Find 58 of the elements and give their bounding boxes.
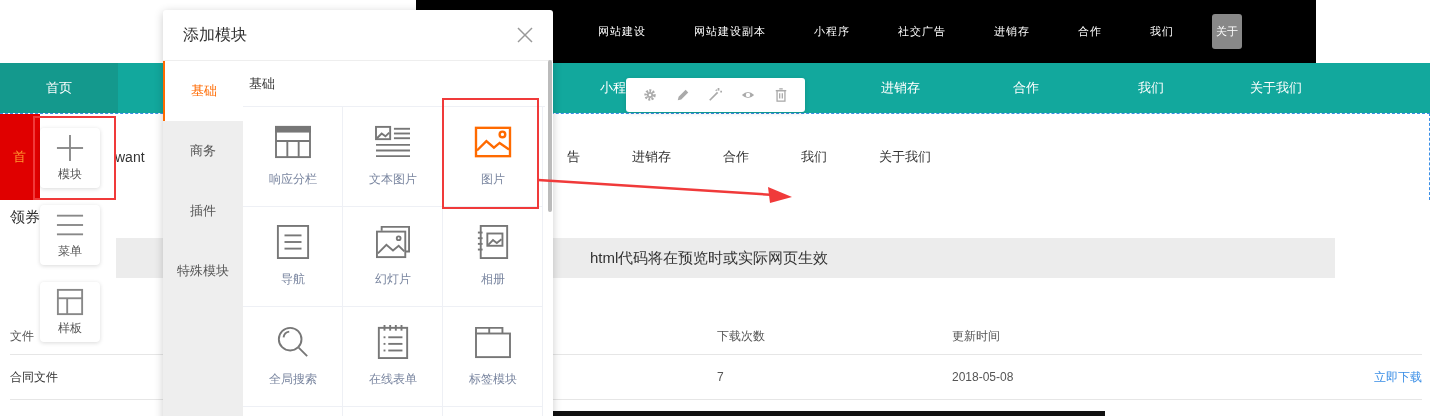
nav-link[interactable]: 合作: [722, 148, 749, 166]
nav-link[interactable]: 合作: [1078, 24, 1102, 39]
nav-link[interactable]: 进销存: [631, 148, 671, 166]
nav-link[interactable]: 我们: [1150, 24, 1174, 39]
module-tile[interactable]: 图片: [443, 107, 543, 207]
tool-button[interactable]: 模块: [40, 128, 100, 188]
module-tile[interactable]: 响应分栏: [243, 107, 343, 207]
brand-text: want: [115, 149, 145, 165]
wand-icon[interactable]: [708, 88, 723, 102]
module-tile[interactable]: 标签模块: [443, 307, 543, 407]
module-tile[interactable]: 全局搜索: [243, 307, 343, 407]
column-header: 下载次数: [717, 327, 765, 345]
dialog-title: 添加模块: [183, 24, 247, 45]
text-image-icon: [373, 125, 412, 159]
nav-link[interactable]: 进销存: [994, 24, 1030, 39]
column-header: 文件: [10, 327, 34, 345]
nav-link[interactable]: 网站建设: [598, 24, 646, 39]
nav-link[interactable]: 小程序: [814, 24, 850, 39]
settings-icon[interactable]: [643, 88, 658, 102]
table-cell: 合同文件: [10, 368, 58, 386]
download-link[interactable]: 立即下载: [1374, 368, 1422, 386]
nav-link[interactable]: 进销存: [838, 63, 963, 113]
nav-button[interactable]: 关于: [1212, 14, 1242, 49]
nav-link[interactable]: 首页: [0, 63, 118, 113]
tool-button[interactable]: 菜单: [40, 205, 100, 265]
nav-home-block[interactable]: 首: [0, 114, 40, 200]
nav-link[interactable]: 网站建设副本: [694, 24, 766, 39]
module-tile[interactable]: 幻灯片: [343, 207, 443, 307]
column-header: 更新时间: [952, 327, 1000, 345]
layout-icon: [56, 287, 84, 316]
trash-icon[interactable]: [773, 88, 788, 102]
table-cell: 7: [717, 370, 724, 384]
module-tile[interactable]: 导航: [243, 207, 343, 307]
close-icon[interactable]: [517, 27, 533, 43]
nav-link[interactable]: 小程: [600, 63, 626, 113]
nav-link[interactable]: 合作: [963, 63, 1088, 113]
module-tile[interactable]: 相册: [443, 207, 543, 307]
module-tile[interactable]: 在线表单: [343, 307, 443, 407]
nav-link[interactable]: 我们: [800, 148, 827, 166]
tool-button[interactable]: 样板: [40, 282, 100, 342]
category-tab[interactable]: 基础: [163, 61, 243, 121]
table-cell: 2018-05-08: [952, 370, 1014, 384]
nav-link[interactable]: 社交广告: [898, 24, 946, 39]
layout-icon: [273, 125, 312, 159]
category-tab[interactable]: 商务: [163, 121, 243, 181]
images-icon: [373, 225, 412, 259]
nav-link[interactable]: 关于我们: [1213, 63, 1338, 113]
section-title: 领券: [10, 208, 40, 227]
plus-icon: [56, 133, 84, 162]
pencil-icon[interactable]: [675, 88, 690, 102]
image-icon: [473, 125, 512, 159]
folder-icon: [473, 325, 512, 359]
nav-link[interactable]: 我们: [1088, 63, 1213, 113]
scrollbar[interactable]: [548, 60, 552, 212]
nav-link[interactable]: 告: [566, 148, 580, 166]
section-title: 基础: [248, 74, 276, 93]
nav-link[interactable]: 关于我们: [878, 148, 931, 166]
category-tab[interactable]: 插件: [163, 181, 243, 241]
